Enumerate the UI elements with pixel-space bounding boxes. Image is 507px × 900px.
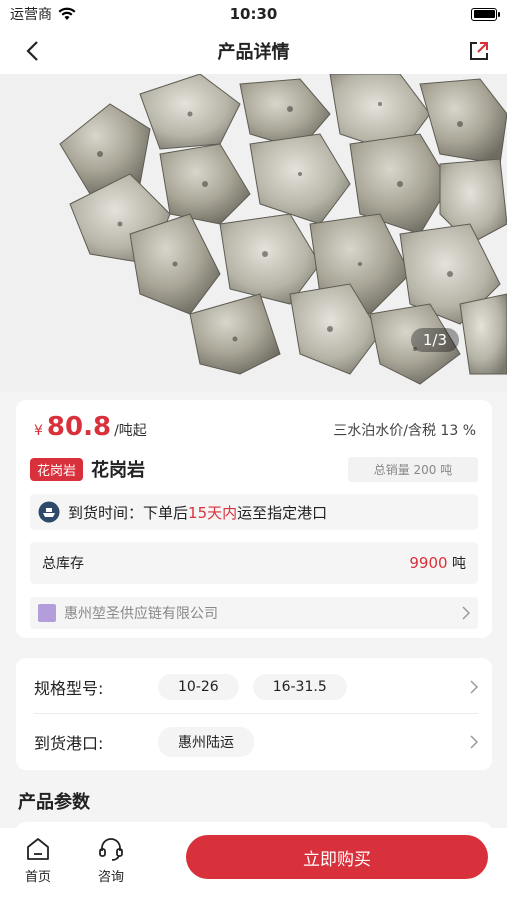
delivery-suffix: 运至指定港口 — [237, 503, 328, 522]
wifi-icon — [58, 7, 76, 20]
stock-unit: 吨 — [452, 556, 466, 572]
page-title: 产品详情 — [217, 42, 290, 63]
price: ¥ 80.8 /吨起 — [34, 412, 147, 442]
options-card: 规格型号: 10-26 16-31.5 到货港口: 惠州陆运 — [16, 658, 492, 770]
back-icon — [26, 41, 38, 61]
headset-icon — [99, 838, 123, 861]
consult-label: 咨询 — [97, 870, 124, 885]
currency-symbol: ¥ — [34, 423, 43, 439]
delivery-info: 到货时间： 下单后 15天内 运至指定港口 — [30, 494, 478, 530]
share-icon — [470, 42, 488, 60]
back-button[interactable] — [18, 38, 46, 64]
home-label: 首页 — [24, 870, 51, 885]
name-row: 花岗岩 花岗岩 总销量 200 吨 — [30, 456, 478, 482]
delivery-label: 到货时间： — [68, 503, 144, 522]
bottom-bar: 首页 咨询 立即购买 — [0, 828, 507, 900]
category-tag: 花岗岩 — [30, 457, 84, 481]
product-name: 花岗岩 — [91, 460, 146, 481]
port-row[interactable]: 到货港口: 惠州陆运 — [34, 715, 478, 769]
sales-badge: 总销量 200 吨 — [348, 456, 478, 482]
chevron-right-icon — [462, 606, 470, 620]
home-tab[interactable]: 首页 — [16, 836, 60, 885]
home-icon — [27, 838, 49, 860]
tax-note: 三水泊水价/含税 13 % — [333, 423, 476, 439]
share-button[interactable] — [465, 38, 493, 64]
consult-tab[interactable]: 咨询 — [89, 836, 133, 885]
supplier-logo — [38, 604, 56, 622]
spec-option[interactable]: 16-31.5 — [252, 673, 347, 700]
spec-option[interactable]: 10-26 — [158, 673, 239, 700]
delivery-prefix: 下单后 — [143, 503, 189, 522]
carrier-text: 运营商 — [10, 7, 52, 23]
nav-bar: 产品详情 — [0, 28, 507, 74]
stock-value: 9900 — [409, 554, 448, 572]
status-left: 运营商 — [10, 4, 76, 24]
price-unit: /吨起 — [114, 423, 147, 439]
delivery-days: 15天内 — [188, 503, 238, 522]
port-option[interactable]: 惠州陆运 — [158, 727, 254, 757]
supplier-row[interactable]: 惠州堃圣供应链有限公司 — [30, 597, 478, 629]
stock-row: 总库存 9900 吨 — [30, 542, 478, 584]
ship-icon — [38, 501, 60, 523]
stock-value-wrap: 9900 吨 — [409, 553, 466, 573]
spec-label: 规格型号: — [34, 678, 104, 698]
supplier-name: 惠州堃圣供应链有限公司 — [64, 606, 218, 622]
params-title: 产品参数 — [18, 792, 90, 813]
status-bar: 运营商 10:30 — [0, 0, 507, 28]
price-row: ¥ 80.8 /吨起 三水泊水价/含税 13 % — [34, 412, 476, 442]
buy-now-button[interactable]: 立即购买 — [186, 835, 488, 879]
port-label: 到货港口: — [34, 734, 104, 753]
status-time: 10:30 — [229, 5, 278, 23]
stock-label: 总库存 — [42, 556, 84, 572]
image-counter: 1/3 — [410, 328, 459, 352]
product-image[interactable]: 1/3 — [0, 74, 507, 392]
chevron-right-icon — [470, 679, 478, 694]
spec-row[interactable]: 规格型号: 10-26 16-31.5 — [34, 660, 478, 714]
chevron-right-icon — [470, 735, 478, 749]
battery-icon — [471, 7, 500, 21]
price-amount: 80.8 — [46, 412, 112, 442]
product-info-card: ¥ 80.8 /吨起 三水泊水价/含税 13 % 花岗岩 花岗岩 总销量 200… — [16, 400, 492, 638]
